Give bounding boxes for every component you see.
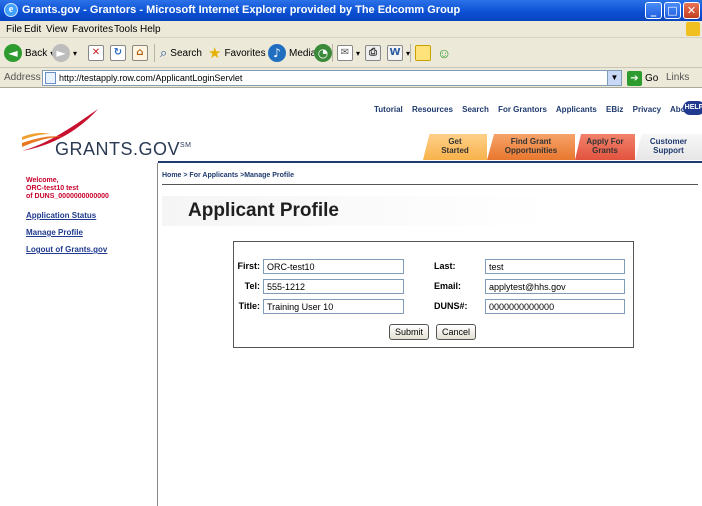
brand-name[interactable]: GRANTS.GOVSM: [55, 139, 192, 160]
breadcrumb-divider: [162, 184, 698, 185]
mail-icon: ✉: [337, 45, 353, 61]
go-arrow-icon: ➔: [627, 70, 642, 86]
folder-icon: [415, 45, 431, 61]
forward-arrow-icon: ►: [52, 44, 70, 62]
maximize-button[interactable]: □: [664, 2, 681, 19]
media-button[interactable]: ♪ Media: [268, 43, 316, 63]
back-button[interactable]: ◄ Back ▾: [4, 43, 54, 63]
edit-icon: W: [387, 45, 403, 61]
submit-button[interactable]: Submit: [389, 324, 430, 340]
mail-button[interactable]: ✉ ▾: [337, 43, 360, 63]
first-name-input[interactable]: [263, 259, 404, 274]
home-button[interactable]: ⌂: [132, 43, 148, 63]
address-label: Address: [4, 72, 41, 83]
go-button[interactable]: ➔ Go: [627, 70, 658, 86]
welcome-message: Welcome, ORC-test10 test of DUNS_0000000…: [26, 177, 109, 200]
header-divider: [158, 161, 702, 163]
star-icon: ★: [208, 45, 222, 62]
menu-bar: File Edit View Favorites Tools Help: [0, 21, 702, 38]
close-button[interactable]: ✕: [683, 2, 700, 19]
messenger-icon: ☺: [437, 45, 452, 61]
nav-search[interactable]: Search: [462, 105, 489, 114]
forward-button[interactable]: ► ▾: [52, 43, 77, 63]
favorites-button[interactable]: ★ Favorites: [208, 43, 266, 63]
title-input[interactable]: [263, 299, 404, 314]
history-icon: ◔: [314, 44, 332, 62]
back-arrow-icon: ◄: [4, 44, 22, 62]
menu-edit[interactable]: Edit: [24, 24, 41, 35]
profile-form: First: Last: Tel: Email: Title: DUNS#: S…: [233, 241, 634, 348]
chevron-down-icon[interactable]: ▼: [607, 71, 621, 85]
top-navigation: Tutorial Resources Search For Grantors A…: [374, 105, 702, 114]
search-button[interactable]: ⌕ Search: [160, 43, 202, 63]
menu-file[interactable]: File: [6, 24, 22, 35]
help-button[interactable]: HELP: [683, 101, 702, 115]
menu-help[interactable]: Help: [140, 24, 161, 35]
address-input[interactable]: http://testapply.row.com/ApplicantLoginS…: [42, 70, 622, 86]
nav-for-grantors[interactable]: For Grantors: [498, 105, 547, 114]
window-title: Grants.gov - Grantors - Microsoft Intern…: [22, 4, 461, 16]
title-label: Title:: [238, 301, 260, 311]
page-icon: [45, 72, 56, 84]
minimize-button[interactable]: _: [645, 2, 662, 19]
menu-view[interactable]: View: [46, 24, 68, 35]
refresh-button[interactable]: ↻: [110, 43, 126, 63]
refresh-icon: ↻: [110, 45, 126, 61]
messenger-button[interactable]: ☺: [437, 43, 451, 63]
sidebar-divider: [157, 163, 158, 506]
tab-get-started[interactable]: Get Started: [423, 134, 487, 160]
windows-logo-icon: [686, 22, 700, 36]
web-page: Tutorial Resources Search For Grantors A…: [0, 89, 702, 506]
nav-ebiz[interactable]: EBiz: [606, 105, 623, 114]
first-name-label: First:: [237, 261, 261, 271]
menu-tools[interactable]: Tools: [114, 24, 137, 35]
history-button[interactable]: ◔: [314, 43, 332, 63]
sidebar-link-logout[interactable]: Logout of Grants.gov: [26, 245, 107, 254]
tab-apply-for-grants[interactable]: Apply For Grants: [575, 134, 635, 160]
sidebar-link-application-status[interactable]: Application Status: [26, 211, 96, 220]
menu-favorites[interactable]: Favorites: [72, 24, 113, 35]
last-name-label: Last:: [434, 261, 456, 271]
telephone-input[interactable]: [263, 279, 404, 294]
separator: [154, 44, 155, 62]
tab-customer-support[interactable]: Customer Support: [635, 134, 702, 160]
cancel-button[interactable]: Cancel: [436, 324, 477, 340]
last-name-input[interactable]: [485, 259, 625, 274]
toolbar: ◄ Back ▾ ► ▾ ✕ ↻ ⌂ ⌕ Search ★ Favorites …: [0, 38, 702, 68]
home-icon: ⌂: [132, 45, 148, 61]
nav-tutorial[interactable]: Tutorial: [374, 105, 403, 114]
stop-icon: ✕: [88, 45, 104, 61]
nav-privacy[interactable]: Privacy: [633, 105, 661, 114]
separator: [410, 44, 411, 62]
ie-logo-icon: e: [4, 3, 18, 17]
media-icon: ♪: [268, 44, 286, 62]
duns-label: DUNS#:: [434, 301, 468, 311]
chevron-down-icon: ▾: [73, 48, 78, 58]
email-label: Email:: [434, 281, 462, 291]
discuss-button[interactable]: [415, 43, 431, 63]
separator: [332, 44, 333, 62]
edit-button[interactable]: W ▾: [387, 43, 410, 63]
page-title: Applicant Profile: [162, 196, 552, 226]
sidebar-link-manage-profile[interactable]: Manage Profile: [26, 228, 83, 237]
telephone-label: Tel:: [244, 281, 260, 291]
chevron-down-icon: ▾: [356, 48, 361, 58]
title-bar: e Grants.gov - Grantors - Microsoft Inte…: [0, 0, 702, 21]
print-icon: ⎙: [365, 45, 381, 61]
search-icon: ⌕: [160, 45, 168, 60]
browser-window: e Grants.gov - Grantors - Microsoft Inte…: [0, 0, 702, 506]
tab-find-grant-opportunities[interactable]: Find Grant Opportunities: [487, 134, 575, 160]
duns-input[interactable]: [485, 299, 625, 314]
nav-applicants[interactable]: Applicants: [556, 105, 597, 114]
email-input[interactable]: [485, 279, 625, 294]
stop-button[interactable]: ✕: [88, 43, 104, 63]
nav-resources[interactable]: Resources: [412, 105, 453, 114]
address-bar: Address http://testapply.row.com/Applica…: [0, 68, 702, 88]
breadcrumb: Home > For Applicants >Manage Profile: [162, 172, 294, 179]
print-button[interactable]: ⎙: [365, 43, 381, 63]
links-button[interactable]: Links: [666, 72, 689, 83]
